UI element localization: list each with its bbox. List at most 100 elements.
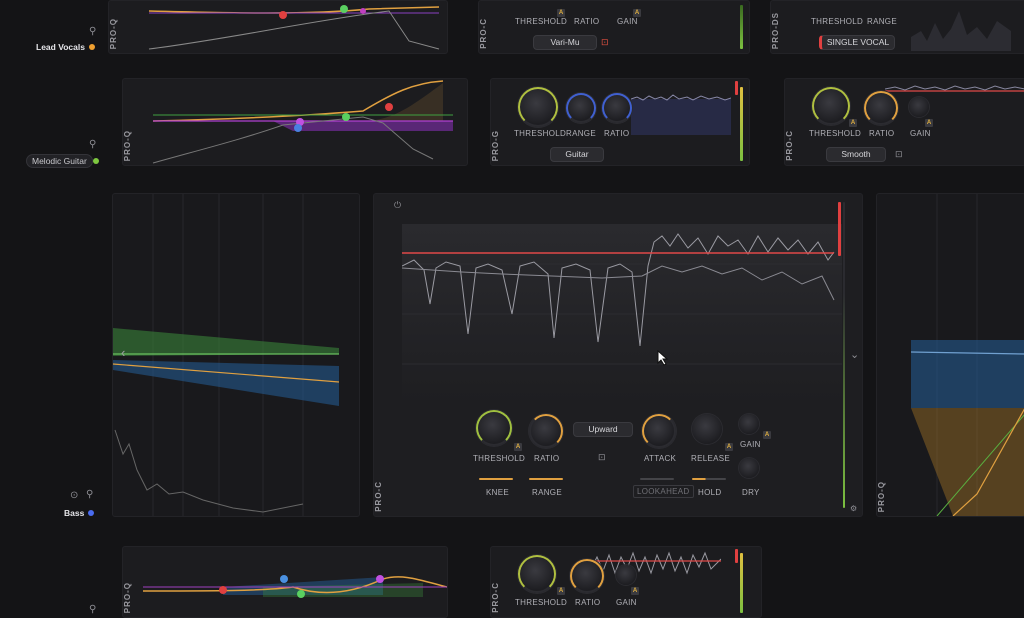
gain-label: GAIN — [910, 129, 931, 138]
pro-ds-panel[interactable]: PRO-DS THRESHOLD RANGE SINGLE VOCAL — [770, 0, 1024, 54]
pin-icon[interactable]: ⚲ — [89, 605, 96, 615]
ratio-label: RATIO — [604, 129, 630, 138]
auto-badge[interactable]: A — [849, 119, 857, 127]
release-label: RELEASE — [691, 454, 731, 463]
range-label: RANGE — [532, 488, 562, 497]
gain-label: GAIN — [616, 598, 637, 607]
auto-badge[interactable]: A — [925, 119, 933, 127]
auto-badge[interactable]: A — [557, 9, 565, 17]
release-knob[interactable] — [692, 414, 722, 444]
pro-c-panel-row1[interactable]: PRO-C THRESHOLD RATIO GAIN A A Vari-Mu ⊡ — [478, 0, 750, 54]
sidechain-icon[interactable]: ⊡ — [598, 452, 606, 462]
output-meter — [740, 553, 743, 613]
range-slider[interactable] — [529, 478, 563, 480]
lookahead-slider[interactable] — [640, 478, 674, 480]
hold-slider[interactable] — [692, 478, 726, 480]
track-label-bass[interactable]: Bass — [64, 508, 95, 518]
auto-badge[interactable]: A — [557, 587, 565, 595]
pro-q-panel-right[interactable]: PRO-Q — [876, 193, 1024, 517]
track-label-melodic-guitar[interactable]: Melodic Guitar — [26, 154, 99, 168]
ratio-knob[interactable] — [602, 93, 632, 123]
ratio-label: RATIO — [574, 17, 600, 26]
eq-curve-display[interactable] — [877, 194, 1024, 516]
gain-knob[interactable] — [616, 565, 636, 585]
waveform-display[interactable] — [402, 224, 842, 404]
output-meter — [740, 87, 743, 161]
eq-curve-display[interactable] — [109, 1, 447, 53]
auto-badge[interactable]: A — [725, 443, 733, 451]
pro-c-main-panel[interactable]: PRO-C ⏻ ⌄ ⚙ A Upward ⊡ A A THRESHOLD RAT… — [373, 193, 863, 517]
threshold-knob[interactable] — [518, 555, 556, 593]
chevron-left-icon[interactable]: ‹ — [121, 346, 125, 359]
peak-meter — [735, 549, 738, 563]
pro-q-panel-melodic-guitar[interactable]: PRO-Q — [122, 78, 468, 166]
plugin-label: PRO-C — [785, 130, 794, 161]
pro-q-panel-row4[interactable]: PRO-Q — [122, 546, 448, 618]
ratio-knob[interactable] — [864, 91, 898, 125]
auto-badge[interactable]: A — [514, 443, 522, 451]
range-label: RANGE — [566, 129, 596, 138]
dry-knob[interactable] — [739, 458, 759, 478]
plugin-label: PRO-C — [374, 481, 383, 512]
ratio-label: RATIO — [534, 454, 560, 463]
track-color-dot — [92, 158, 99, 164]
gain-label: GAIN — [617, 17, 638, 26]
sidechain-icon[interactable]: ⊡ — [895, 149, 903, 159]
pin-icon[interactable]: ⚲ — [89, 27, 96, 37]
style-selector[interactable]: Smooth — [826, 147, 886, 162]
pin-icon[interactable]: ⚲ — [89, 140, 96, 150]
pro-q-panel-lead-vocals[interactable]: PRO-Q — [108, 0, 448, 54]
threshold-knob[interactable] — [812, 87, 850, 125]
knee-slider[interactable] — [479, 478, 513, 480]
pro-g-panel[interactable]: PRO-Q PRO-G THRESHOLD RANGE RATIO Guitar — [490, 78, 750, 166]
hold-label: HOLD — [698, 488, 722, 497]
waveform-display — [631, 94, 731, 135]
pro-c-panel-row2[interactable]: PRO-C A A THRESHOLD RATIO GAIN Smooth ⊡ — [784, 78, 1024, 166]
range-knob[interactable] — [566, 93, 596, 123]
track-name: Melodic Guitar — [26, 154, 93, 168]
power-icon[interactable]: ⏻ — [394, 200, 401, 210]
sidechain-icon[interactable]: ⊡ — [601, 37, 609, 47]
pin-icon[interactable]: ⚲ — [86, 490, 93, 500]
mode-selector[interactable]: Upward — [573, 422, 633, 437]
gain-reduction-meter — [838, 202, 841, 256]
eq-curve-display[interactable] — [123, 79, 467, 165]
auto-badge[interactable]: A — [633, 9, 641, 17]
power-icon[interactable]: ⊙ — [70, 491, 78, 501]
gain-knob[interactable] — [909, 97, 929, 117]
style-selector[interactable]: Guitar — [550, 147, 604, 162]
gain-label: GAIN — [740, 440, 761, 449]
ratio-knob[interactable] — [529, 414, 563, 448]
threshold-label: THRESHOLD — [809, 129, 862, 138]
eq-curve-display[interactable] — [123, 547, 447, 617]
pro-c-panel-row4[interactable]: PRO-C A A THRESHOLD RATIO GAIN — [490, 546, 762, 618]
attack-knob[interactable] — [642, 414, 676, 448]
plugin-label-pro-g: PRO-G — [491, 129, 500, 161]
chevron-down-icon[interactable]: ⌄ — [850, 350, 859, 361]
auto-badge[interactable]: A — [763, 431, 771, 439]
eq-curve-display[interactable] — [113, 194, 359, 516]
auto-badge[interactable]: A — [631, 587, 639, 595]
dry-label: DRY — [742, 488, 760, 497]
mode-selector[interactable]: SINGLE VOCAL — [819, 35, 895, 50]
range-label: RANGE — [867, 17, 897, 26]
track-color-dot — [88, 44, 95, 50]
settings-icon[interactable]: ⚙ — [850, 504, 857, 514]
threshold-label: THRESHOLD — [514, 129, 567, 138]
threshold-label: THRESHOLD — [811, 17, 864, 26]
track-name: Bass — [64, 508, 85, 518]
plugin-label: PRO-DS — [771, 11, 780, 49]
ratio-knob[interactable] — [570, 559, 604, 593]
track-name: Lead Vocals — [36, 42, 85, 52]
threshold-knob[interactable] — [518, 87, 558, 127]
output-meter — [740, 5, 743, 49]
threshold-knob[interactable] — [476, 410, 512, 446]
attack-label: ATTACK — [644, 454, 677, 463]
style-selector[interactable]: Vari-Mu — [533, 35, 597, 50]
gain-knob[interactable] — [739, 414, 759, 434]
plugin-label: PRO-C — [479, 18, 488, 49]
track-label-lead-vocals[interactable]: Lead Vocals — [36, 42, 95, 52]
lookahead-toggle[interactable]: LOOKAHEAD — [633, 485, 694, 498]
mouse-cursor — [657, 350, 669, 366]
pro-q-panel-bass[interactable]: ‹ — [112, 193, 360, 517]
